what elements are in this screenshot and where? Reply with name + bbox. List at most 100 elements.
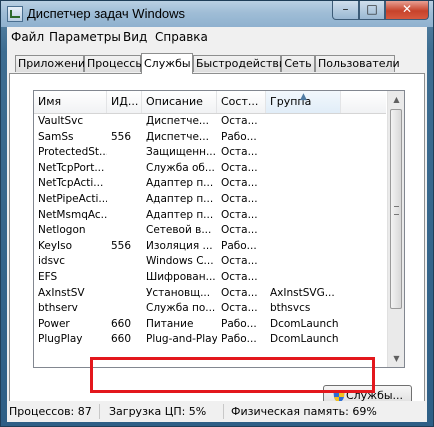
minimize-button[interactable]: – <box>332 1 359 20</box>
scroll-up-icon[interactable]: ▲ <box>389 91 404 108</box>
cell-name: NetTcpActi... <box>38 177 104 190</box>
cell-pid <box>107 114 142 130</box>
cell-description: Защищенн... <box>146 146 216 159</box>
status-divider <box>223 404 224 419</box>
cell-pid <box>107 223 142 239</box>
grip-icon <box>394 206 399 215</box>
cell-status: Оста... <box>221 192 258 205</box>
table-row[interactable]: SamSs 556 Диспетче... Рабо... <box>34 130 386 146</box>
menu-file[interactable]: Файл <box>11 30 44 44</box>
status-divider <box>99 404 100 419</box>
cell-name: Power <box>38 317 70 330</box>
table-row[interactable]: NetTcpActi... Адаптер п... Оста... <box>34 176 386 192</box>
cell-status: Оста... <box>221 270 258 283</box>
cell-group: bthsvcs <box>270 302 311 315</box>
task-manager-icon <box>7 6 23 22</box>
cell-name: SamSs <box>38 130 74 143</box>
column-header-group[interactable]: ▲ Группа <box>266 91 341 113</box>
task-manager-window: Диспетчер задач Windows – □ ✕ Файл Парам… <box>0 0 434 427</box>
cell-group: AxInstSVG... <box>270 286 335 299</box>
cell-name: NetTcpPort... <box>38 161 105 174</box>
cell-description: Адаптер п... <box>146 192 214 205</box>
cell-pid <box>107 176 142 192</box>
tab-network[interactable]: Сеть <box>281 55 315 72</box>
cell-status: Оста... <box>221 115 258 127</box>
tab-performance[interactable]: Быстродействие <box>193 55 293 72</box>
table-row[interactable]: Netlogon Сетевой в... Оста... <box>34 223 386 239</box>
tab-applications[interactable]: Приложения <box>15 55 92 72</box>
window-title: Диспетчер задач Windows <box>27 6 186 21</box>
column-header-status[interactable]: Сост... <box>217 91 266 113</box>
menu-bar: Файл Параметры Вид Справка <box>7 27 427 47</box>
column-header-name[interactable]: Имя <box>34 91 107 113</box>
cell-pid <box>107 161 142 177</box>
table-row[interactable]: VaultSvc Диспетче... Оста... <box>34 114 386 130</box>
cell-pid: 556 <box>111 130 132 143</box>
cell-status: Рабо... <box>221 239 257 252</box>
cell-description: Шифрован... <box>146 270 216 283</box>
menu-view[interactable]: Вид <box>123 30 147 44</box>
tab-services[interactable]: Службы <box>141 53 193 74</box>
tab-processes[interactable]: Процессы <box>84 55 144 72</box>
cell-description: Служба по... <box>146 302 216 315</box>
cell-name: NetPipeActi... <box>38 192 107 205</box>
title-bar[interactable]: Диспетчер задач Windows – □ ✕ <box>1 1 433 27</box>
tab-strip: Приложения Процессы Службы Быстродействи… <box>9 53 425 74</box>
cell-status: Оста... <box>221 161 258 174</box>
cell-status: Оста... <box>221 208 258 221</box>
cell-description: Windows C... <box>146 255 214 268</box>
table-row[interactable]: PlugPlay 660 Plug-and-Play Рабо... DcomLaunc… <box>34 332 386 348</box>
cell-name: NetMsmqAc... <box>38 208 107 221</box>
sort-ascending-icon: ▲ <box>300 92 307 102</box>
table-row[interactable]: Power 660 Питание Рабо... DcomLaunch <box>34 317 386 333</box>
cell-description: Питание <box>146 317 194 330</box>
red-highlight-frame <box>90 357 375 393</box>
table-row[interactable]: NetMsmqAc... Адаптер п... Оста... <box>34 208 386 224</box>
menu-help[interactable]: Справка <box>155 30 208 44</box>
cell-group: DcomLaunch <box>270 317 339 330</box>
tab-users[interactable]: Пользователи <box>315 55 400 72</box>
cell-group <box>266 223 341 239</box>
vertical-scrollbar[interactable]: ▲ ▼ <box>387 91 404 367</box>
cell-group <box>266 208 341 224</box>
column-header-description[interactable]: Описание <box>142 91 217 113</box>
cell-description: Plug-and-Play <box>146 333 217 346</box>
list-rows: VaultSvc Диспетче... Оста... SamSs 556 Диспет… <box>34 114 386 348</box>
table-row[interactable]: AxInstSV Установщ... Оста... AxInstSVG... <box>34 286 386 302</box>
cell-description: Адаптер п... <box>146 208 214 221</box>
column-header-pid[interactable]: ИД... <box>107 91 142 113</box>
cell-description: Сетевой в... <box>146 224 212 237</box>
maximize-button[interactable]: □ <box>359 1 385 20</box>
cell-name: AxInstSV <box>38 286 85 299</box>
cell-pid: 660 <box>111 317 132 330</box>
table-row[interactable]: ProtectedSt... Защищенн... Оста... <box>34 145 386 161</box>
cell-pid: 660 <box>111 333 132 346</box>
close-button[interactable]: ✕ <box>385 1 429 20</box>
cell-status: Оста... <box>221 286 258 299</box>
services-list[interactable]: Имя ИД... Описание Сост... ▲ Группа Vaul… <box>33 90 405 368</box>
cell-status: Оста... <box>221 302 258 315</box>
cell-status: Оста... <box>221 146 258 159</box>
menu-options[interactable]: Параметры <box>49 30 121 44</box>
cell-group <box>266 192 341 208</box>
cell-name: idsvc <box>38 255 66 268</box>
cell-status: Оста... <box>221 255 258 268</box>
table-row[interactable]: EFS Шифрован... Оста... <box>34 270 386 286</box>
scrollbar-thumb[interactable] <box>390 109 402 309</box>
status-processes: Процессов: 87 <box>9 405 92 418</box>
table-row[interactable]: NetTcpPort... Служба об... Оста... <box>34 161 386 177</box>
cell-status: Рабо... <box>221 130 257 143</box>
cell-status: Оста... <box>221 224 258 237</box>
status-bar: Процессов: 87 Загрузка ЦП: 5% Физическая… <box>7 401 427 422</box>
table-row[interactable]: NetPipeActi... Адаптер п... Оста... <box>34 192 386 208</box>
cell-description: Диспетче... <box>146 115 209 127</box>
cell-pid <box>107 301 142 317</box>
table-row[interactable]: KeyIso 556 Изоляция ... Рабо... <box>34 239 386 255</box>
cell-pid: 556 <box>111 239 132 252</box>
cell-description: Служба об... <box>146 161 215 174</box>
cell-name: Netlogon <box>38 224 86 237</box>
table-row[interactable]: bthserv Служба по... Оста... bthsvcs <box>34 301 386 317</box>
cell-pid <box>107 192 142 208</box>
scroll-down-icon[interactable]: ▼ <box>389 350 404 367</box>
table-row[interactable]: idsvc Windows C... Оста... <box>34 254 386 270</box>
